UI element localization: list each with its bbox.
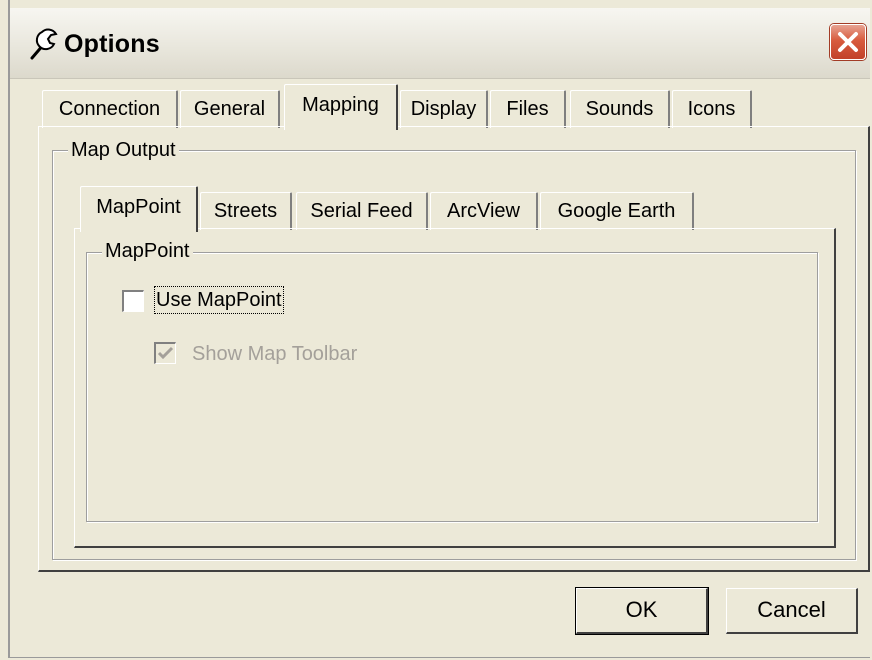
close-icon [838, 32, 858, 52]
checkmark-icon [157, 346, 174, 360]
subtab-arcview[interactable]: ArcView [430, 192, 538, 230]
wrench-icon [26, 24, 60, 62]
use-mappoint-checkbox[interactable] [122, 290, 144, 312]
title-bar: Options [10, 8, 870, 79]
ok-button[interactable]: OK [576, 588, 708, 634]
tab-files[interactable]: Files [490, 90, 566, 128]
tab-general[interactable]: General [180, 90, 280, 128]
subtab-serial-feed[interactable]: Serial Feed [296, 192, 428, 230]
cancel-button[interactable]: Cancel [726, 588, 858, 634]
subtab-google-earth[interactable]: Google Earth [540, 192, 694, 230]
tab-icons[interactable]: Icons [672, 90, 752, 128]
options-dialog: Options Connection General Mapping Displ… [8, 0, 870, 658]
tab-display[interactable]: Display [400, 90, 488, 128]
close-button[interactable] [830, 24, 866, 60]
tab-sounds[interactable]: Sounds [570, 90, 670, 128]
tab-mapping[interactable]: Mapping [284, 84, 398, 130]
show-map-toolbar-label: Show Map Toolbar [192, 343, 358, 365]
window-title: Options [64, 30, 160, 58]
use-mappoint-label[interactable]: Use MapPoint [154, 286, 284, 314]
tab-connection[interactable]: Connection [42, 90, 178, 128]
mappoint-group-label: MapPoint [102, 240, 193, 262]
map-output-label: Map Output [68, 139, 179, 161]
subtab-mappoint[interactable]: MapPoint [80, 186, 198, 232]
show-map-toolbar-checkbox[interactable] [154, 342, 176, 364]
subtab-streets[interactable]: Streets [200, 192, 292, 230]
